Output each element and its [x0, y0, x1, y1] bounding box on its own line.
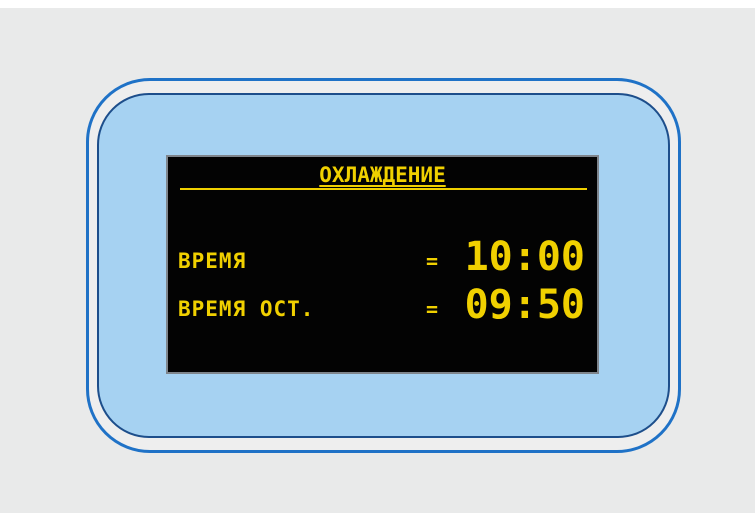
- time-value: 10:00: [464, 234, 585, 280]
- remaining-time-value: 09:50: [464, 282, 585, 328]
- remaining-time-separator: =: [426, 297, 439, 321]
- lcd-screen: ОХЛАЖДЕНИЕ ВРЕМЯ = 10:00 ВРЕМЯ ОСТ. = 09…: [166, 155, 599, 374]
- remaining-time-row: ВРЕМЯ ОСТ. = 09:50: [168, 283, 597, 327]
- mode-title: ОХЛАЖДЕНИЕ: [319, 163, 446, 187]
- remaining-time-label: ВРЕМЯ ОСТ.: [178, 297, 315, 321]
- title-underline: [180, 188, 587, 190]
- time-separator: =: [426, 249, 439, 273]
- time-row: ВРЕМЯ = 10:00: [168, 235, 597, 279]
- time-label: ВРЕМЯ: [178, 249, 247, 273]
